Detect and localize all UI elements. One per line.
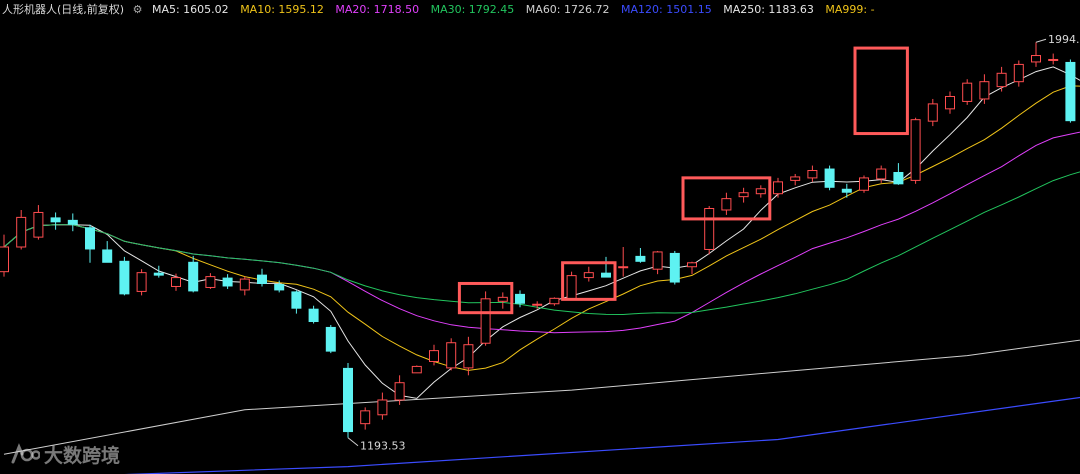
watermark: 大数跨境	[10, 440, 120, 468]
candle-body	[343, 367, 353, 433]
candle-body	[687, 262, 697, 268]
candle-body	[669, 252, 680, 283]
candle-body	[945, 95, 955, 110]
candle-body	[704, 208, 715, 250]
candle-body	[841, 188, 852, 193]
candle-body	[927, 103, 938, 122]
candle-body	[1048, 58, 1059, 61]
candle-body	[360, 410, 371, 425]
ma10-line	[3, 85, 1080, 371]
candle-body	[549, 297, 560, 305]
ma60-line	[3, 339, 1080, 455]
candle-body	[291, 291, 302, 309]
candle-body	[188, 261, 199, 292]
candle-body	[583, 272, 594, 279]
candlestick-chart[interactable]: 1994.95 1193.53	[0, 0, 1080, 474]
candle-body	[0, 246, 9, 273]
candle-body	[979, 81, 990, 100]
candle-body	[1013, 63, 1024, 83]
candle-body	[205, 276, 216, 288]
candle-body	[85, 227, 95, 250]
candle-body	[119, 260, 130, 295]
candle-body	[308, 308, 319, 323]
candle-body	[33, 211, 44, 238]
candle-body	[652, 251, 663, 270]
candle-body	[515, 293, 525, 304]
candle-body	[790, 176, 801, 181]
candle-body	[807, 170, 818, 179]
candle-body	[876, 168, 887, 180]
candle-body	[721, 198, 732, 211]
candle-body	[429, 350, 439, 362]
candle-body	[102, 249, 113, 263]
candle-body	[910, 119, 921, 181]
candle-body	[824, 168, 835, 188]
candle-body	[635, 255, 646, 262]
candle-body	[1031, 55, 1041, 63]
annotation-label: 1994.95	[1048, 33, 1080, 46]
candle-body	[274, 284, 285, 291]
candle-body	[738, 192, 749, 198]
candle-body	[463, 344, 474, 369]
candle-body	[773, 181, 783, 195]
candle-body	[50, 217, 61, 223]
candle-body	[411, 365, 422, 374]
annotation-pointer	[347, 437, 359, 447]
annotation-label: 1193.53	[360, 440, 406, 453]
candle-body	[859, 177, 869, 191]
candle-body	[1065, 61, 1076, 122]
candle-body	[480, 298, 491, 344]
candle-body	[16, 216, 27, 248]
ma5-line	[3, 66, 1080, 399]
candle-body	[962, 82, 973, 102]
candle-body	[566, 275, 577, 300]
candle-body	[893, 171, 904, 185]
candle-body	[601, 272, 611, 278]
logo-icon	[11, 443, 40, 464]
watermark-text: 大数跨境	[44, 444, 121, 467]
candle-body	[257, 274, 267, 285]
candle-body	[222, 277, 233, 287]
candle-body	[446, 342, 457, 369]
candle-body	[153, 272, 164, 276]
ma20-line	[3, 131, 1080, 334]
candle-body	[618, 266, 629, 269]
ma120-line	[124, 396, 1080, 474]
candle-body	[136, 272, 147, 292]
highlight-box	[853, 46, 909, 136]
candle-body	[239, 278, 250, 291]
candle-body	[171, 277, 181, 287]
candle-body	[67, 219, 78, 225]
candle-body	[497, 296, 508, 302]
candle-body	[996, 72, 1007, 88]
annotation-pointer	[1035, 38, 1047, 43]
candle-body	[394, 382, 405, 401]
candle-body	[325, 326, 336, 352]
candle-body	[532, 303, 543, 306]
candle-body	[755, 188, 766, 195]
candle-body	[377, 399, 388, 416]
